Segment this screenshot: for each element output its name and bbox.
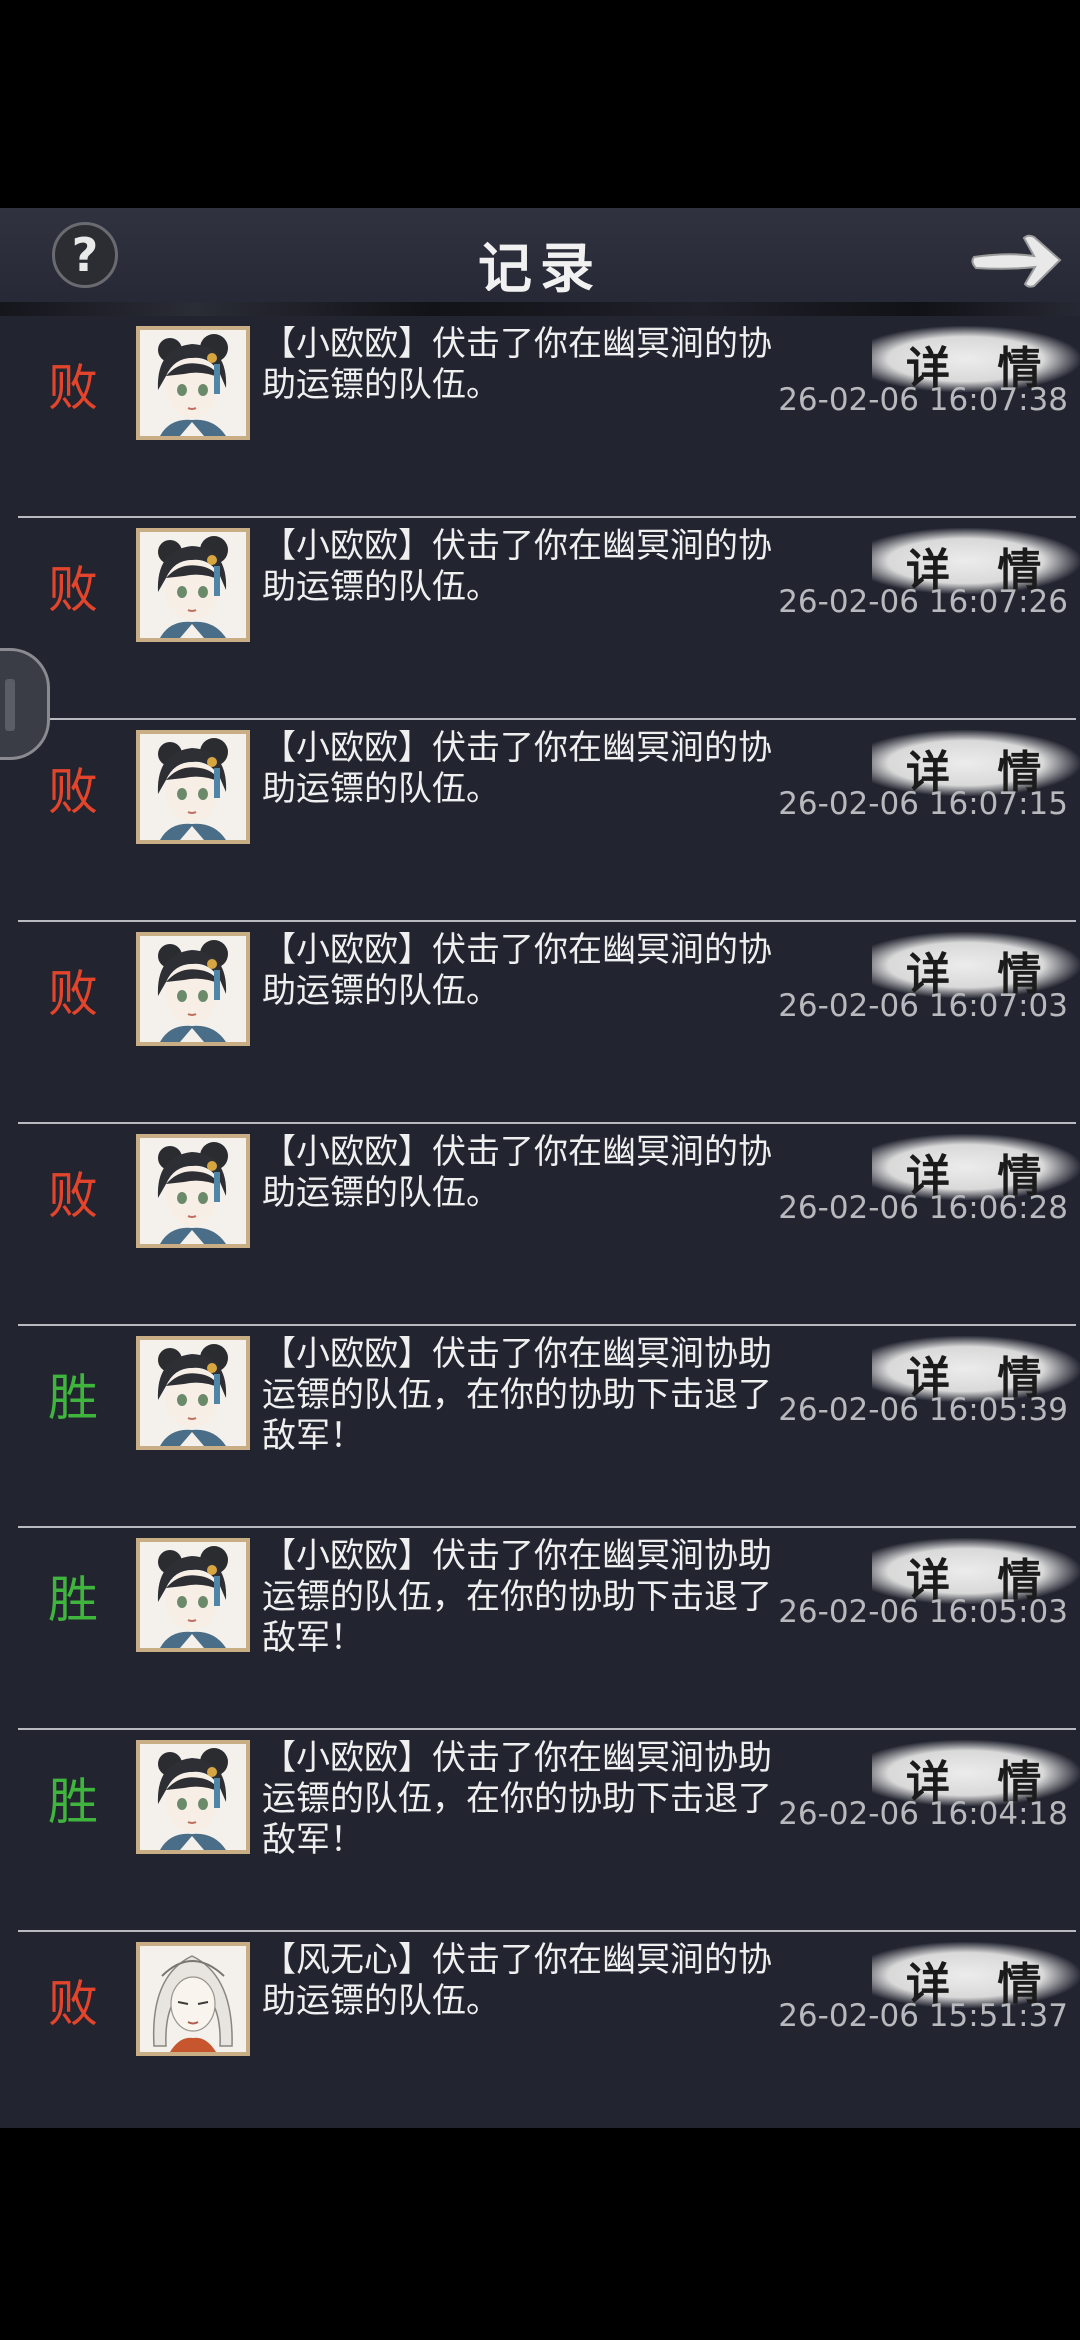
record-row: 败 【小欧欧】伏击了你在幽冥涧的协助运镖的队伍。 详 情 26-02-06 16… — [0, 720, 1080, 922]
record-message: 【小欧欧】伏击了你在幽冥涧协助运镖的队伍，在你的协助下击退了敌军！ — [262, 1334, 772, 1456]
record-timestamp: 26-02-06 16:05:39 — [778, 1392, 1068, 1428]
girl-avatar-icon — [140, 1138, 246, 1244]
record-message: 【小欧欧】伏击了你在幽冥涧的协助运镖的队伍。 — [262, 930, 772, 1011]
records-panel: ? 记录 败 【小欧欧】伏击了你在幽冥涧的协助运镖的队伍。 详 情 26-02-… — [0, 208, 1080, 2128]
record-list: 败 【小欧欧】伏击了你在幽冥涧的协助运镖的队伍。 详 情 26-02-06 16… — [0, 316, 1080, 2128]
player-avatar — [136, 528, 250, 642]
record-timestamp: 26-02-06 16:07:38 — [778, 382, 1068, 418]
result-label: 胜 — [48, 1369, 98, 1427]
record-timestamp: 26-02-06 16:07:15 — [778, 786, 1068, 822]
record-row: 胜 【小欧欧】伏击了你在幽冥涧协助运镖的队伍，在你的协助下击退了敌军！ 详 情 … — [0, 1326, 1080, 1528]
girl-avatar-icon — [140, 1340, 246, 1446]
result-label: 败 — [48, 1167, 98, 1225]
result-label: 败 — [48, 359, 98, 417]
record-row: 败 【小欧欧】伏击了你在幽冥涧的协助运镖的队伍。 详 情 26-02-06 16… — [0, 1124, 1080, 1326]
result-label: 败 — [48, 763, 98, 821]
record-timestamp: 26-02-06 16:07:26 — [778, 584, 1068, 620]
girl-avatar-icon — [140, 330, 246, 436]
girl-avatar-icon — [140, 1744, 246, 1850]
result-label: 败 — [48, 965, 98, 1023]
girl-avatar-icon — [140, 734, 246, 840]
player-avatar — [136, 1740, 250, 1854]
record-timestamp: 26-02-06 16:05:03 — [778, 1594, 1068, 1630]
result-label: 胜 — [48, 1773, 98, 1831]
player-avatar — [136, 1134, 250, 1248]
record-row: 胜 【小欧欧】伏击了你在幽冥涧协助运镖的队伍，在你的协助下击退了敌军！ 详 情 … — [0, 1730, 1080, 1932]
arrow-right-icon — [971, 234, 1062, 288]
record-timestamp: 26-02-06 16:04:18 — [778, 1796, 1068, 1832]
record-timestamp: 26-02-06 15:51:37 — [778, 1998, 1068, 2034]
player-avatar — [136, 326, 250, 440]
girl-avatar-icon — [140, 1542, 246, 1648]
record-row: 败 【风无心】伏击了你在幽冥涧的协助运镖的队伍。 详 情 26-02-06 15… — [0, 1932, 1080, 2128]
header-bar: ? 记录 — [0, 208, 1080, 316]
record-row: 败 【小欧欧】伏击了你在幽冥涧的协助运镖的队伍。 详 情 26-02-06 16… — [0, 316, 1080, 518]
record-row: 败 【小欧欧】伏击了你在幽冥涧的协助运镖的队伍。 详 情 26-02-06 16… — [0, 518, 1080, 720]
page-title: 记录 — [478, 236, 602, 300]
player-avatar — [136, 1538, 250, 1652]
girl-avatar-icon — [140, 936, 246, 1042]
player-avatar — [136, 932, 250, 1046]
record-message: 【小欧欧】伏击了你在幽冥涧的协助运镖的队伍。 — [262, 526, 772, 607]
white-hair-avatar-icon — [140, 1946, 246, 2052]
record-message: 【小欧欧】伏击了你在幽冥涧协助运镖的队伍，在你的协助下击退了敌军！ — [262, 1536, 772, 1658]
record-message: 【小欧欧】伏击了你在幽冥涧协助运镖的队伍，在你的协助下击退了敌军！ — [262, 1738, 772, 1860]
result-label: 败 — [48, 1975, 98, 2033]
record-timestamp: 26-02-06 16:07:03 — [778, 988, 1068, 1024]
player-avatar — [136, 730, 250, 844]
player-avatar — [136, 1942, 250, 2056]
record-row: 胜 【小欧欧】伏击了你在幽冥涧协助运镖的队伍，在你的协助下击退了敌军！ 详 情 … — [0, 1528, 1080, 1730]
back-button[interactable] — [968, 226, 1064, 296]
record-row: 败 【小欧欧】伏击了你在幽冥涧的协助运镖的队伍。 详 情 26-02-06 16… — [0, 922, 1080, 1124]
player-avatar — [136, 1336, 250, 1450]
side-drawer-tab[interactable] — [0, 648, 50, 760]
record-message: 【小欧欧】伏击了你在幽冥涧的协助运镖的队伍。 — [262, 324, 772, 405]
record-message: 【风无心】伏击了你在幽冥涧的协助运镖的队伍。 — [262, 1940, 772, 2021]
record-message: 【小欧欧】伏击了你在幽冥涧的协助运镖的队伍。 — [262, 1132, 772, 1213]
record-timestamp: 26-02-06 16:06:28 — [778, 1190, 1068, 1226]
result-label: 败 — [48, 561, 98, 619]
record-message: 【小欧欧】伏击了你在幽冥涧的协助运镖的队伍。 — [262, 728, 772, 809]
girl-avatar-icon — [140, 532, 246, 638]
result-label: 胜 — [48, 1571, 98, 1629]
